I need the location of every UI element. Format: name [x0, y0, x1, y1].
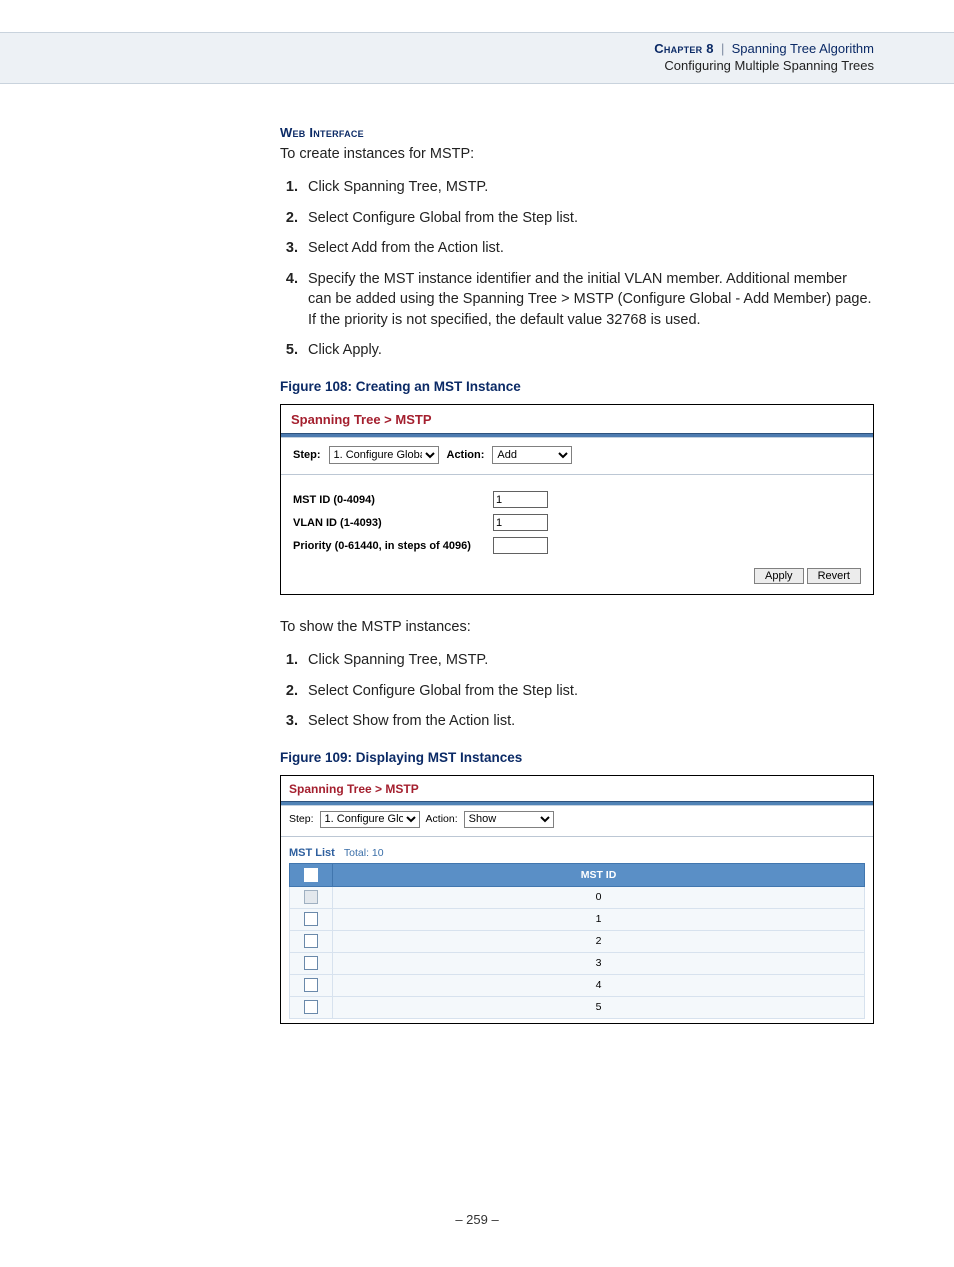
page-number: – 259 –: [0, 1212, 954, 1227]
step-item: Select Configure Global from the Step li…: [302, 681, 874, 702]
mst-id-header: MST ID: [333, 863, 865, 886]
row-checkbox[interactable]: [304, 956, 318, 970]
vlan-id-input[interactable]: [493, 514, 548, 531]
section-path: Configuring Multiple Spanning Trees: [0, 58, 874, 73]
step-item: Click Apply.: [302, 340, 874, 361]
chapter-number: Chapter 8: [654, 41, 714, 56]
figure-109-caption: Figure 109: Displaying MST Instances: [280, 750, 874, 765]
figure-108: Spanning Tree > MSTP Step: 1. Configure …: [280, 404, 874, 595]
checkbox-icon: [304, 868, 318, 882]
header-separator: |: [721, 41, 724, 56]
priority-label: Priority (0-61440, in steps of 4096): [293, 540, 493, 552]
mst-id-cell: 4: [333, 974, 865, 996]
action-select[interactable]: Add: [492, 446, 572, 464]
mst-list-label: MST List: [289, 847, 335, 859]
steps-list-2: Click Spanning Tree, MSTP. Select Config…: [280, 650, 874, 732]
step-label: Step:: [293, 449, 321, 461]
step-item: Select Show from the Action list.: [302, 711, 874, 732]
mst-id-cell: 5: [333, 996, 865, 1018]
mst-id-cell: 2: [333, 930, 865, 952]
step-item: Click Spanning Tree, MSTP.: [302, 177, 874, 198]
row-checkbox[interactable]: [304, 1000, 318, 1014]
table-row: 1: [290, 908, 865, 930]
step-item: Click Spanning Tree, MSTP.: [302, 650, 874, 671]
row-checkbox: [304, 890, 318, 904]
page-header: Chapter 8 | Spanning Tree Algorithm Conf…: [0, 32, 954, 84]
priority-input[interactable]: [493, 537, 548, 554]
mst-list-total: Total: 10: [344, 847, 384, 859]
select-all-header[interactable]: [290, 863, 333, 886]
chapter-title: Spanning Tree Algorithm: [732, 41, 874, 56]
mst-table: MST ID 0 1 2 3 4 5: [289, 863, 865, 1019]
step-item: Select Configure Global from the Step li…: [302, 208, 874, 229]
table-row: 3: [290, 952, 865, 974]
mst-id-cell: 3: [333, 952, 865, 974]
table-row: 4: [290, 974, 865, 996]
mst-id-cell: 1: [333, 908, 865, 930]
table-row: 2: [290, 930, 865, 952]
mst-id-label: MST ID (0-4094): [293, 494, 493, 506]
action-label: Action:: [447, 449, 485, 461]
breadcrumb: Spanning Tree > MSTP: [281, 776, 873, 801]
breadcrumb: Spanning Tree > MSTP: [281, 405, 873, 433]
step-label: Step:: [289, 813, 314, 825]
table-row: 5: [290, 996, 865, 1018]
step-item: Specify the MST instance identifier and …: [302, 269, 874, 331]
section-label: Web Interface: [280, 125, 364, 140]
apply-button[interactable]: Apply: [754, 568, 804, 584]
row-checkbox[interactable]: [304, 912, 318, 926]
vlan-id-label: VLAN ID (1-4093): [293, 517, 493, 529]
steps-list-1: Click Spanning Tree, MSTP. Select Config…: [280, 177, 874, 361]
figure-108-caption: Figure 108: Creating an MST Instance: [280, 379, 874, 394]
mst-id-input[interactable]: [493, 491, 548, 508]
action-label: Action:: [426, 813, 458, 825]
action-select[interactable]: Show: [464, 811, 554, 828]
table-row: 0: [290, 886, 865, 908]
intro-text-1: To create instances for MSTP:: [280, 144, 874, 165]
step-select[interactable]: 1. Configure Global: [320, 811, 420, 828]
step-item: Select Add from the Action list.: [302, 238, 874, 259]
intro-text-2: To show the MSTP instances:: [280, 617, 874, 638]
mst-id-cell: 0: [333, 886, 865, 908]
row-checkbox[interactable]: [304, 934, 318, 948]
step-select[interactable]: 1. Configure Global: [329, 446, 439, 464]
figure-109: Spanning Tree > MSTP Step: 1. Configure …: [280, 775, 874, 1024]
row-checkbox[interactable]: [304, 978, 318, 992]
revert-button[interactable]: Revert: [807, 568, 861, 584]
